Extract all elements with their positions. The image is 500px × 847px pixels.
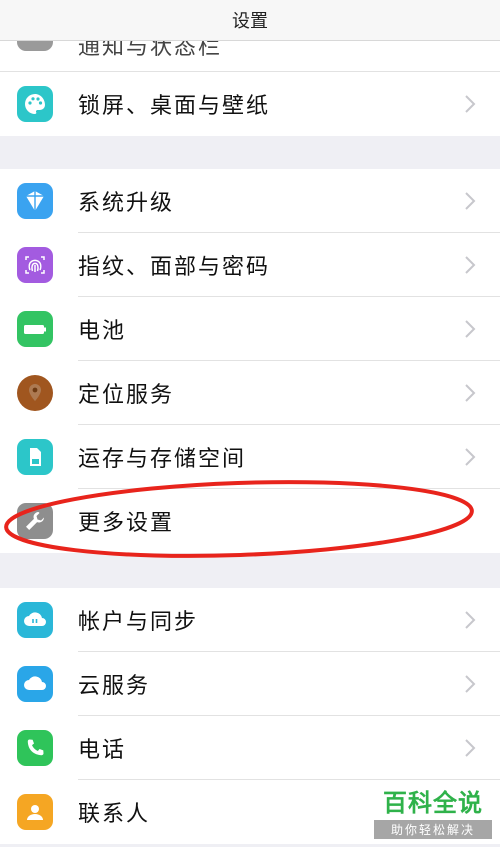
settings-item-label: 指纹、面部与密码 [78,255,271,280]
watermark: 百科全说 助你轻松解决 [374,783,492,839]
storage-card-icon [17,439,53,475]
settings-group-display: 锁屏、桌面与壁纸 [0,72,500,136]
settings-item-phone[interactable]: 电话 [0,716,500,780]
palette-icon [17,86,53,122]
chevron-right-icon [465,448,476,466]
settings-item-label: 锁屏、桌面与壁纸 [78,94,271,119]
chevron-right-icon [465,256,476,274]
chevron-right-icon [465,384,476,402]
chevron-right-icon [465,320,476,338]
settings-item-fingerprint-face-password[interactable]: 指纹、面部与密码 [0,233,500,297]
settings-item-label: 定位服务 [78,383,175,408]
settings-item-label: 更多设置 [78,511,175,536]
settings-item-lockscreen-wallpaper[interactable]: 锁屏、桌面与壁纸 [0,72,500,136]
settings-item-cloud-service[interactable]: 云服务 [0,652,500,716]
settings-item-label: 云服务 [78,674,151,699]
settings-group-system: 系统升级 指纹、面部与密码 电池 定位服务 运存与存储空间 更多设置 [0,169,500,553]
navigation-bar: 设置 [0,0,500,41]
settings-item-label: 运存与存储空间 [78,447,247,472]
settings-item-location[interactable]: 定位服务 [0,361,500,425]
settings-item-more-settings[interactable]: 更多设置 [0,489,500,553]
settings-item-system-upgrade[interactable]: 系统升级 [0,169,500,233]
wrench-icon [17,503,53,539]
fingerprint-icon [17,247,53,283]
chevron-right-icon [465,675,476,693]
notification-icon [17,41,53,51]
chevron-right-icon [465,739,476,757]
settings-item-notifications-partial[interactable]: 通知与状态栏 [0,41,500,72]
page-title: 设置 [232,11,268,32]
settings-item-label: 电池 [78,319,127,344]
phone-icon [17,730,53,766]
cloud-icon [17,666,53,702]
settings-item-battery[interactable]: 电池 [0,297,500,361]
settings-item-label: 帐户与同步 [78,610,199,635]
watermark-title: 百科全说 [383,789,483,817]
cloud-sync-icon [17,602,53,638]
chevron-right-icon [465,611,476,629]
settings-item-label: 通知与状态栏 [78,41,223,60]
chevron-right-icon [465,192,476,210]
chevron-right-icon [465,95,476,113]
contact-icon [17,794,53,830]
watermark-subtitle: 助你轻松解决 [374,820,492,839]
settings-item-label: 联系人 [78,802,151,827]
settings-item-memory-storage[interactable]: 运存与存储空间 [0,425,500,489]
upgrade-box-icon [17,183,53,219]
location-icon [17,375,53,411]
battery-icon [17,311,53,347]
settings-item-label: 电话 [78,738,127,763]
settings-item-label: 系统升级 [78,191,175,216]
settings-item-account-sync[interactable]: 帐户与同步 [0,588,500,652]
